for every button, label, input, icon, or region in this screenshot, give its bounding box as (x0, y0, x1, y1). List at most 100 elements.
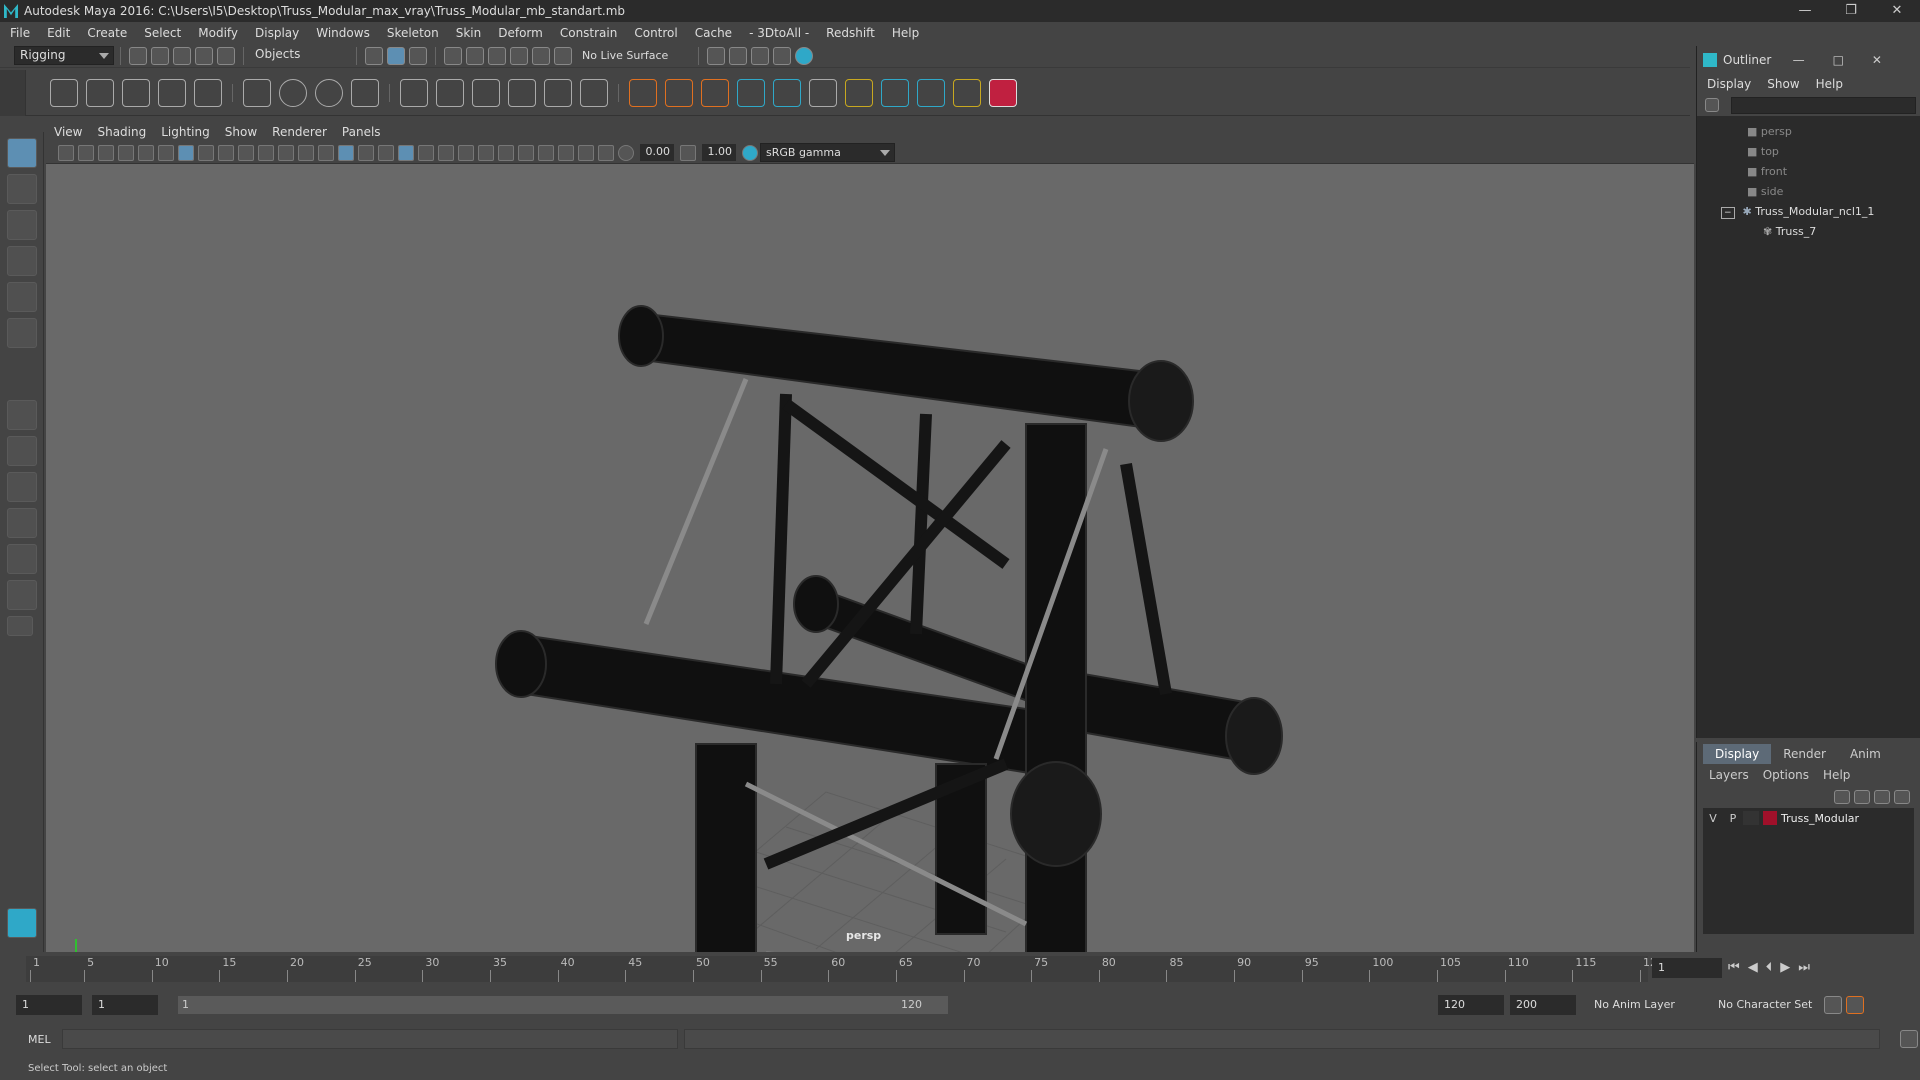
wireframe-on-shaded-icon[interactable] (378, 144, 394, 161)
depth-of-field-icon[interactable] (518, 144, 534, 161)
locator-icon[interactable] (629, 78, 657, 107)
view-transform-dropdown[interactable]: sRGB gamma (760, 143, 895, 162)
four-view-layout-icon[interactable] (7, 436, 37, 466)
outliner-filter-icon[interactable] (1705, 98, 1719, 112)
move-layer-up-icon[interactable] (1834, 790, 1850, 804)
playback-controls[interactable]: ⏮◀⏴▶⏭ (1728, 960, 1818, 975)
v-tool-icon[interactable] (953, 78, 981, 107)
vp-menu-lighting[interactable]: Lighting (161, 125, 210, 139)
maya-plugin-a-icon[interactable] (737, 78, 765, 107)
hypershade-icon[interactable] (795, 46, 814, 65)
outliner-menu-show[interactable]: Show (1767, 77, 1799, 91)
single-perspective-layout-icon[interactable] (7, 400, 37, 430)
outliner-menu-help[interactable]: Help (1816, 77, 1843, 91)
new-scene-icon[interactable] (129, 46, 147, 65)
shelf-extra-icon[interactable] (809, 78, 837, 107)
layer-row[interactable]: V P Truss_Modular (1703, 808, 1914, 828)
gamma-field[interactable]: 1.00 (702, 144, 736, 161)
time-ruler[interactable]: 1 5 10 15 20 25 30 35 40 45 50 55 60 65 70 75 80 85 90 95 10… (26, 956, 1664, 982)
maya-logo-shelf-icon[interactable] (917, 78, 945, 107)
camera-attributes-icon[interactable] (78, 144, 94, 161)
menu-windows[interactable]: Windows (316, 26, 370, 40)
tab-anim[interactable]: Anim (1838, 744, 1893, 764)
smooth-shade-icon[interactable] (338, 144, 354, 161)
default-material-icon[interactable] (358, 144, 374, 161)
aim-constraint-icon[interactable] (580, 78, 608, 107)
camera-select-icon[interactable] (58, 144, 74, 161)
point-constraint-icon[interactable] (436, 78, 464, 107)
layer-playback-toggle[interactable]: P (1723, 812, 1743, 825)
create-joint-icon[interactable] (50, 78, 78, 107)
layer-menu-help[interactable]: Help (1823, 768, 1850, 782)
toolbox-more-icon[interactable] (7, 616, 33, 636)
xray-joints-icon[interactable] (578, 144, 594, 161)
film-gate-icon[interactable] (198, 144, 214, 161)
ik-handle-icon[interactable] (86, 78, 114, 107)
snap-view-plane-icon[interactable] (532, 46, 550, 65)
snap-point-icon[interactable] (488, 46, 506, 65)
menu-redshift[interactable]: Redshift (826, 26, 875, 40)
shelf-tab-handle[interactable] (0, 69, 26, 116)
render-plugin-icon[interactable] (989, 78, 1017, 107)
two-d-pan-icon[interactable] (138, 144, 154, 161)
menu-deform[interactable]: Deform (498, 26, 543, 40)
motion-blur-icon[interactable] (478, 144, 494, 161)
character-set-dropdown[interactable]: No Character Set (1712, 995, 1822, 1015)
hik-icon[interactable] (701, 78, 729, 107)
close-button[interactable]: ✕ (1874, 0, 1920, 22)
anim-prefs-icon[interactable] (1846, 996, 1864, 1014)
current-frame-field[interactable]: 1 (1652, 958, 1722, 978)
persp-outliner-layout-icon[interactable] (7, 472, 37, 502)
insert-joint-icon[interactable] (158, 78, 186, 107)
layer-type-toggle[interactable] (1743, 811, 1759, 825)
lattice-icon[interactable] (351, 78, 379, 107)
menu-modify[interactable]: Modify (198, 26, 238, 40)
open-scene-icon[interactable] (151, 46, 169, 65)
outliner-item-truss-group[interactable]: − ✱ Truss_Modular_ncl1_1 (1697, 202, 1920, 222)
time-slider[interactable]: 1 5 10 15 20 25 30 35 40 45 50 55 60 65 70 75 80 85 90 95 10… (0, 952, 1920, 988)
menu-constrain[interactable]: Constrain (560, 26, 618, 40)
exposure-field[interactable]: 0.00 (640, 144, 674, 161)
menu-edit[interactable]: Edit (47, 26, 70, 40)
command-input[interactable] (61, 1029, 678, 1049)
maya-home-icon[interactable] (7, 908, 37, 938)
screen-space-ao-icon[interactable] (458, 144, 474, 161)
outliner-window-buttons[interactable]: —□✕ (1793, 53, 1910, 67)
hypershade-layout-icon[interactable] (7, 544, 37, 574)
selection-mode-dropdown[interactable]: Objects (250, 46, 350, 65)
ipr-render-icon[interactable] (751, 46, 770, 65)
sculpt-tool-icon[interactable] (845, 78, 873, 107)
end-time-field[interactable]: 200 (1510, 995, 1576, 1015)
grid-toggle-icon[interactable] (178, 144, 194, 161)
range-slider[interactable]: 1 120 (178, 996, 948, 1014)
layer-menu-layers[interactable]: Layers (1709, 768, 1749, 782)
select-tool-icon[interactable] (7, 138, 37, 168)
persp-graph-layout-icon[interactable] (7, 508, 37, 538)
vp-menu-panels[interactable]: Panels (342, 125, 381, 139)
cluster-icon[interactable] (400, 78, 428, 107)
menu-skin[interactable]: Skin (456, 26, 482, 40)
paint-weights-icon[interactable] (315, 78, 343, 107)
minimize-button[interactable]: — (1782, 0, 1828, 22)
render-frame-icon[interactable] (729, 46, 748, 65)
render-view-icon[interactable] (773, 46, 792, 65)
menu-set-dropdown[interactable]: Rigging (14, 46, 114, 65)
orient-constraint-icon[interactable] (472, 78, 500, 107)
field-chart-icon[interactable] (258, 144, 274, 161)
anti-aliasing-icon[interactable] (498, 144, 514, 161)
menu-create[interactable]: Create (87, 26, 127, 40)
vp-menu-show[interactable]: Show (225, 125, 257, 139)
menu-help[interactable]: Help (892, 26, 919, 40)
layer-menu-options[interactable]: Options (1763, 768, 1809, 782)
textured-icon[interactable] (398, 144, 414, 161)
anim-layer-dropdown[interactable]: No Anim Layer (1588, 995, 1708, 1015)
outliner-layout-icon[interactable] (7, 580, 37, 610)
color-management-icon[interactable] (742, 144, 758, 161)
gate-mask-icon[interactable] (238, 144, 254, 161)
outliner-item-truss-7[interactable]: ✾ Truss_7 (1697, 222, 1920, 242)
playback-end-field[interactable]: 120 (1438, 995, 1504, 1015)
auto-key-icon[interactable] (1824, 996, 1842, 1014)
collapse-toggle-icon[interactable]: − (1721, 207, 1735, 219)
bind-skin-icon[interactable] (243, 78, 271, 107)
rotate-tool-icon[interactable] (7, 282, 37, 312)
